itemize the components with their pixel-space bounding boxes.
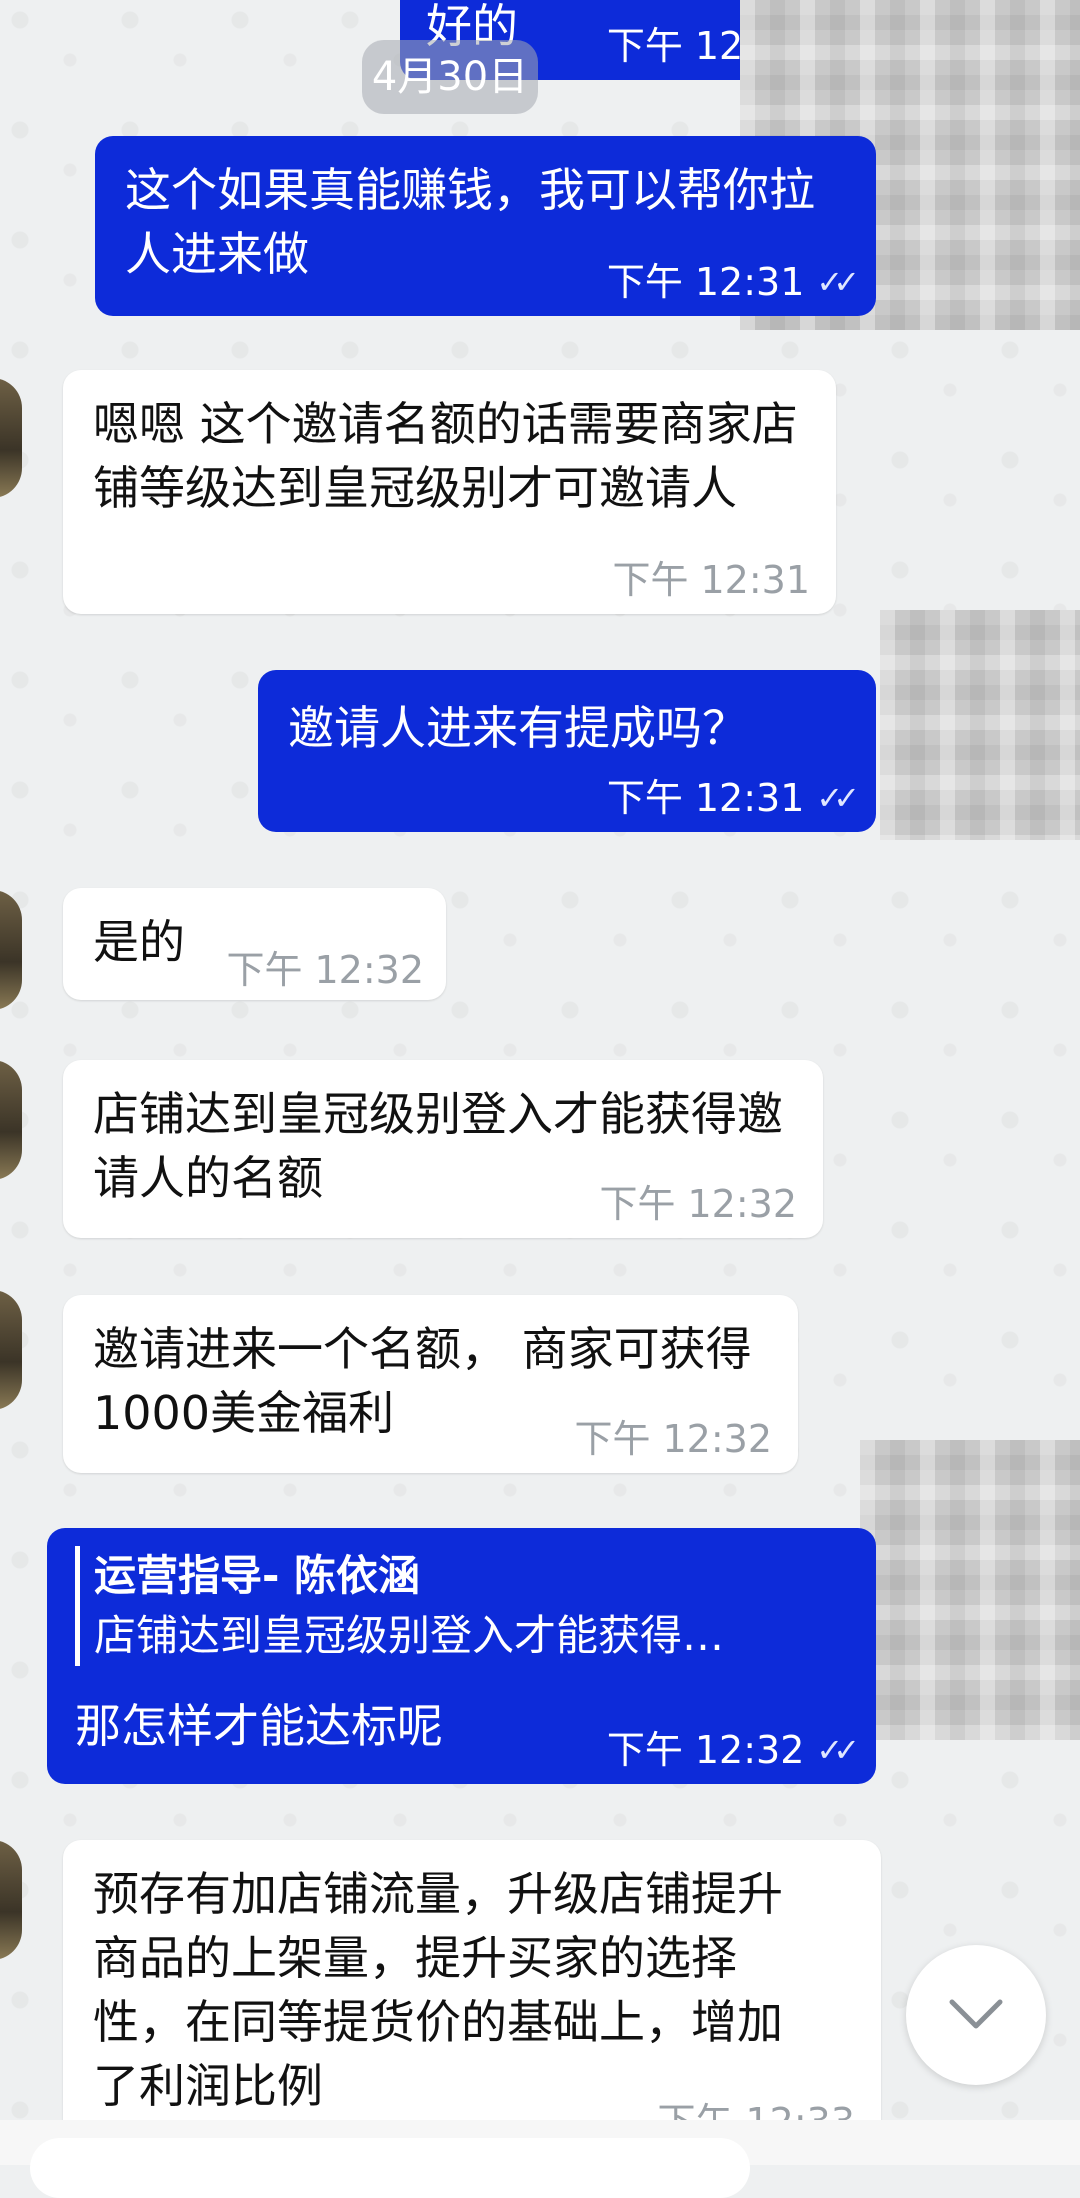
message-incoming[interactable]: 邀请进来一个名额， 商家可获得1000美金福利 下午 12:32 [63,1295,798,1473]
message-incoming[interactable]: 是的 下午 12:32 [63,888,446,1000]
message-meta: 下午 12:32 [226,946,424,994]
blurred-avatar [860,1440,1080,1740]
message-time: 12:32 [314,948,424,992]
message-time-period: 下午 [574,1417,651,1461]
avatar[interactable] [0,1290,22,1410]
message-time-period: 下午 [612,558,689,602]
double-check-icon: ✓✓ [816,263,860,301]
message-text: 嗯嗯 这个邀请名额的话需要商家店铺等级达到皇冠级别才可邀请人 [93,397,798,515]
message-time: 12:31 [700,558,810,602]
message-time: 12:32 [662,1417,772,1461]
message-text: 邀请人进来有提成吗？ [288,701,748,755]
scroll-down-button[interactable] [906,1945,1046,2085]
message-outgoing[interactable]: 运营指导- 陈依涵 店铺达到皇冠级别登入才能获得… 那怎样才能达标呢 下午 12… [47,1528,876,1784]
message-time-period: 下午 [226,948,303,992]
reply-quote[interactable]: 运营指导- 陈依涵 店铺达到皇冠级别登入才能获得… [75,1546,848,1666]
message-time-period: 下午 [606,24,683,68]
message-outgoing[interactable]: 这个如果真能赚钱，我可以帮你拉人进来做 下午 12:31 ✓✓ [95,136,876,316]
message-time-period: 下午 [606,260,683,304]
date-separator: 4月30日 [362,40,538,114]
double-check-icon: ✓✓ [816,779,860,817]
message-meta: 下午 12:32 [599,1180,797,1228]
message-incoming[interactable]: 预存有加店铺流量，升级店铺提升商品的上架量，提升买家的选择性，在同等提货价的基础… [63,1840,881,2144]
reply-quote-text: 店铺达到皇冠级别登入才能获得… [94,1611,725,1660]
message-incoming[interactable]: 店铺达到皇冠级别登入才能获得邀请人的名额 下午 12:32 [63,1060,823,1238]
chevron-down-icon [949,1999,1003,2029]
message-meta: 下午 12:31 ✓✓ [606,774,860,822]
message-time: 12:32 [687,1182,797,1226]
blurred-avatar [880,610,1080,840]
message-time: 12:32 [694,1728,805,1772]
avatar[interactable] [0,378,22,498]
avatar[interactable] [0,1840,22,1960]
double-check-icon: ✓✓ [816,1731,860,1769]
message-time: 12:31 [694,260,805,304]
message-outgoing[interactable]: 邀请人进来有提成吗？ 下午 12:31 ✓✓ [258,670,876,832]
message-time: 12:31 [694,776,805,820]
avatar[interactable] [0,1060,22,1180]
message-time-period: 下午 [606,1728,683,1772]
message-time-period: 下午 [599,1182,676,1226]
message-input[interactable] [30,2138,750,2198]
message-meta: 下午 12:32 ✓✓ [606,1726,860,1774]
message-time-period: 下午 [606,776,683,820]
message-meta: 下午 12:32 [574,1415,772,1463]
message-meta: 下午 12:31 [612,556,810,604]
avatar[interactable] [0,890,22,1010]
message-text: 预存有加店铺流量，升级店铺提升商品的上架量，提升买家的选择性，在同等提货价的基础… [93,1867,783,2113]
reply-quote-author: 运营指导- 陈依涵 [94,1551,421,1600]
message-meta: 下午 12:31 ✓✓ [606,258,860,306]
message-incoming[interactable]: 嗯嗯 这个邀请名额的话需要商家店铺等级达到皇冠级别才可邀请人 下午 12:31 [63,370,836,614]
